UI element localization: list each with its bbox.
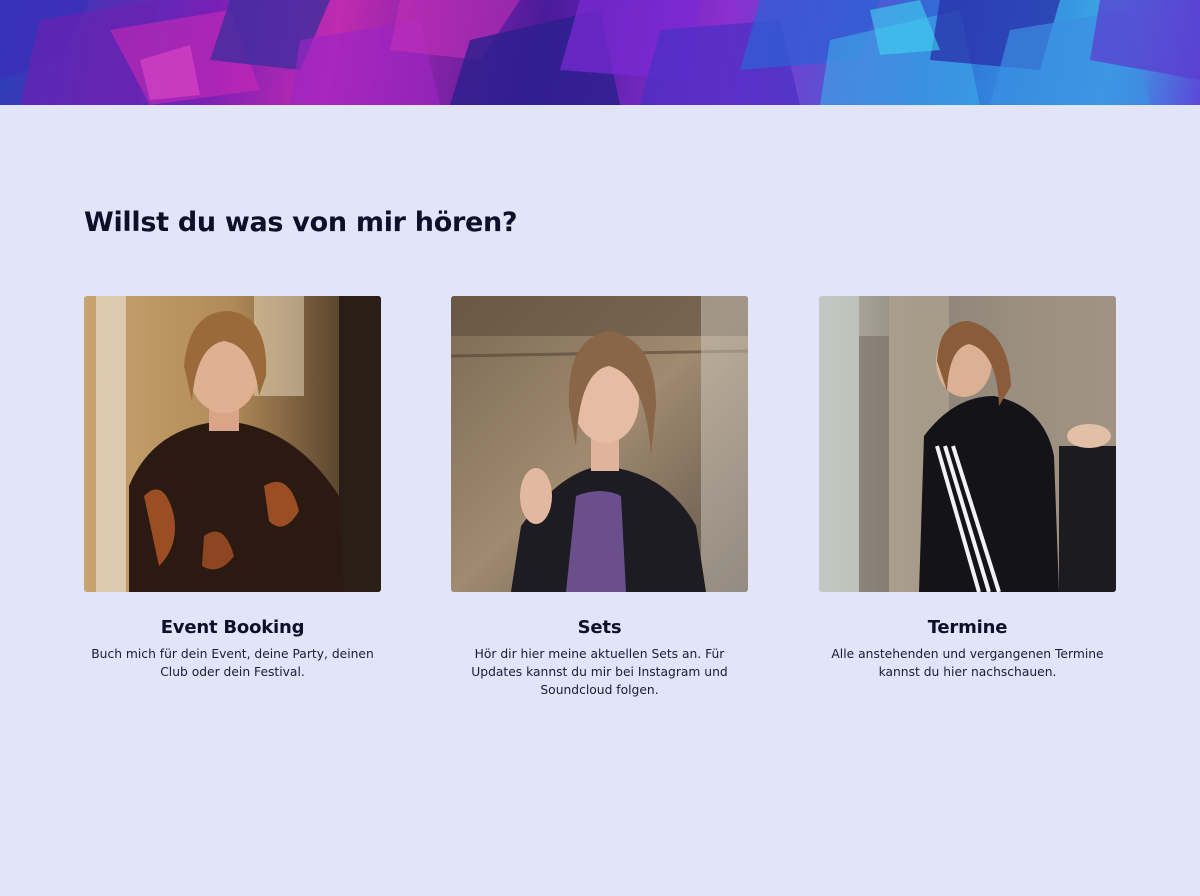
card-title: Termine	[927, 617, 1008, 638]
portrait-photo-icon[interactable]	[819, 296, 1116, 592]
card-sets[interactable]: Sets Hör dir hier meine aktuellen Sets a…	[451, 296, 748, 699]
card-title: Sets	[577, 617, 622, 638]
card-title: Event Booking	[160, 617, 305, 638]
portrait-photo-icon[interactable]	[84, 296, 381, 592]
header-banner-image	[0, 0, 1200, 105]
card-description: Hör dir hier meine aktuellen Sets an. Fü…	[471, 647, 728, 697]
card-description: Buch mich für dein Event, deine Party, d…	[91, 647, 374, 679]
card-termine[interactable]: Termine Alle anstehenden und vergangenen…	[819, 296, 1116, 681]
section-title: Willst du was von mir hören?	[84, 207, 518, 238]
portrait-photo-icon[interactable]	[451, 296, 748, 592]
card-event-booking[interactable]: Event Booking Buch mich für dein Event, …	[84, 296, 381, 681]
card-description: Alle anstehenden und vergangenen Termine…	[831, 647, 1104, 679]
